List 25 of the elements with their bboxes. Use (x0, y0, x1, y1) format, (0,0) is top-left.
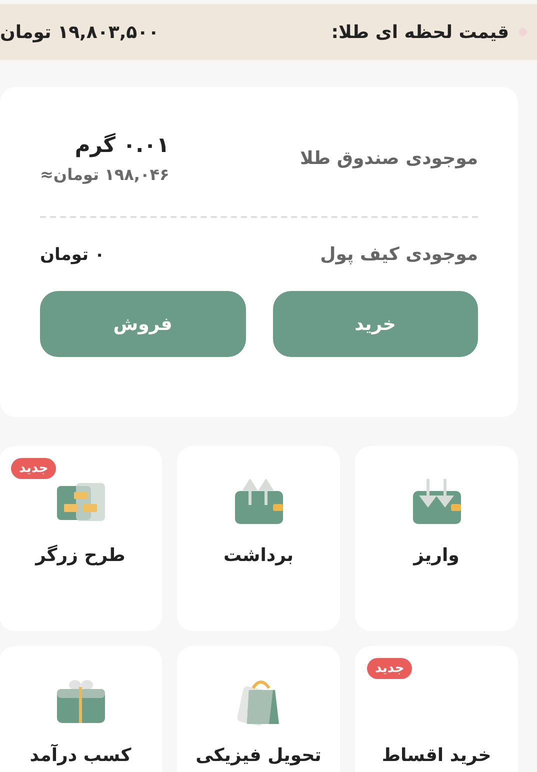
service-tile[interactable]: تحویل فیزیکی (177, 646, 340, 772)
service-tile[interactable]: کسب درآمد (0, 646, 162, 772)
service-tile[interactable]: جدید خرید اقساط (355, 646, 518, 772)
service-tile[interactable]: واریز (355, 446, 518, 631)
fund-toman-value: ۱۹۸,۰۴۶ تومان≈ (40, 165, 170, 184)
gift-icon (56, 679, 106, 725)
wallet-balance-label: موجودی کیف پول (320, 244, 478, 265)
fund-amount: ۰.۰۱ گرم (74, 133, 170, 157)
tile-label: طرح زرگر (36, 546, 126, 566)
bars-icon (56, 482, 106, 522)
tile-label: تحویل فیزیکی (196, 746, 322, 766)
tile-label: واریز (414, 546, 460, 566)
new-badge: جدید (11, 458, 56, 479)
wallet-icon (410, 479, 462, 525)
service-tile[interactable]: برداشت (177, 446, 340, 631)
fund-balance-label: موجودی صندوق طلا (300, 148, 478, 169)
price-value: ۱۹,۸۰۳,۵۰۰ تومان (0, 22, 160, 42)
wallet-icon (232, 479, 284, 525)
price-label: قیمت لحظه ای طلا: (331, 22, 509, 42)
service-tile[interactable]: جدید طرح زرگر (0, 446, 162, 631)
new-badge: جدید (367, 658, 412, 679)
tile-label: برداشت (223, 546, 294, 566)
tile-label: خرید اقساط (382, 746, 492, 766)
tile-label: کسب درآمد (30, 746, 132, 766)
wallet-amount: ۰ تومان (40, 244, 105, 264)
